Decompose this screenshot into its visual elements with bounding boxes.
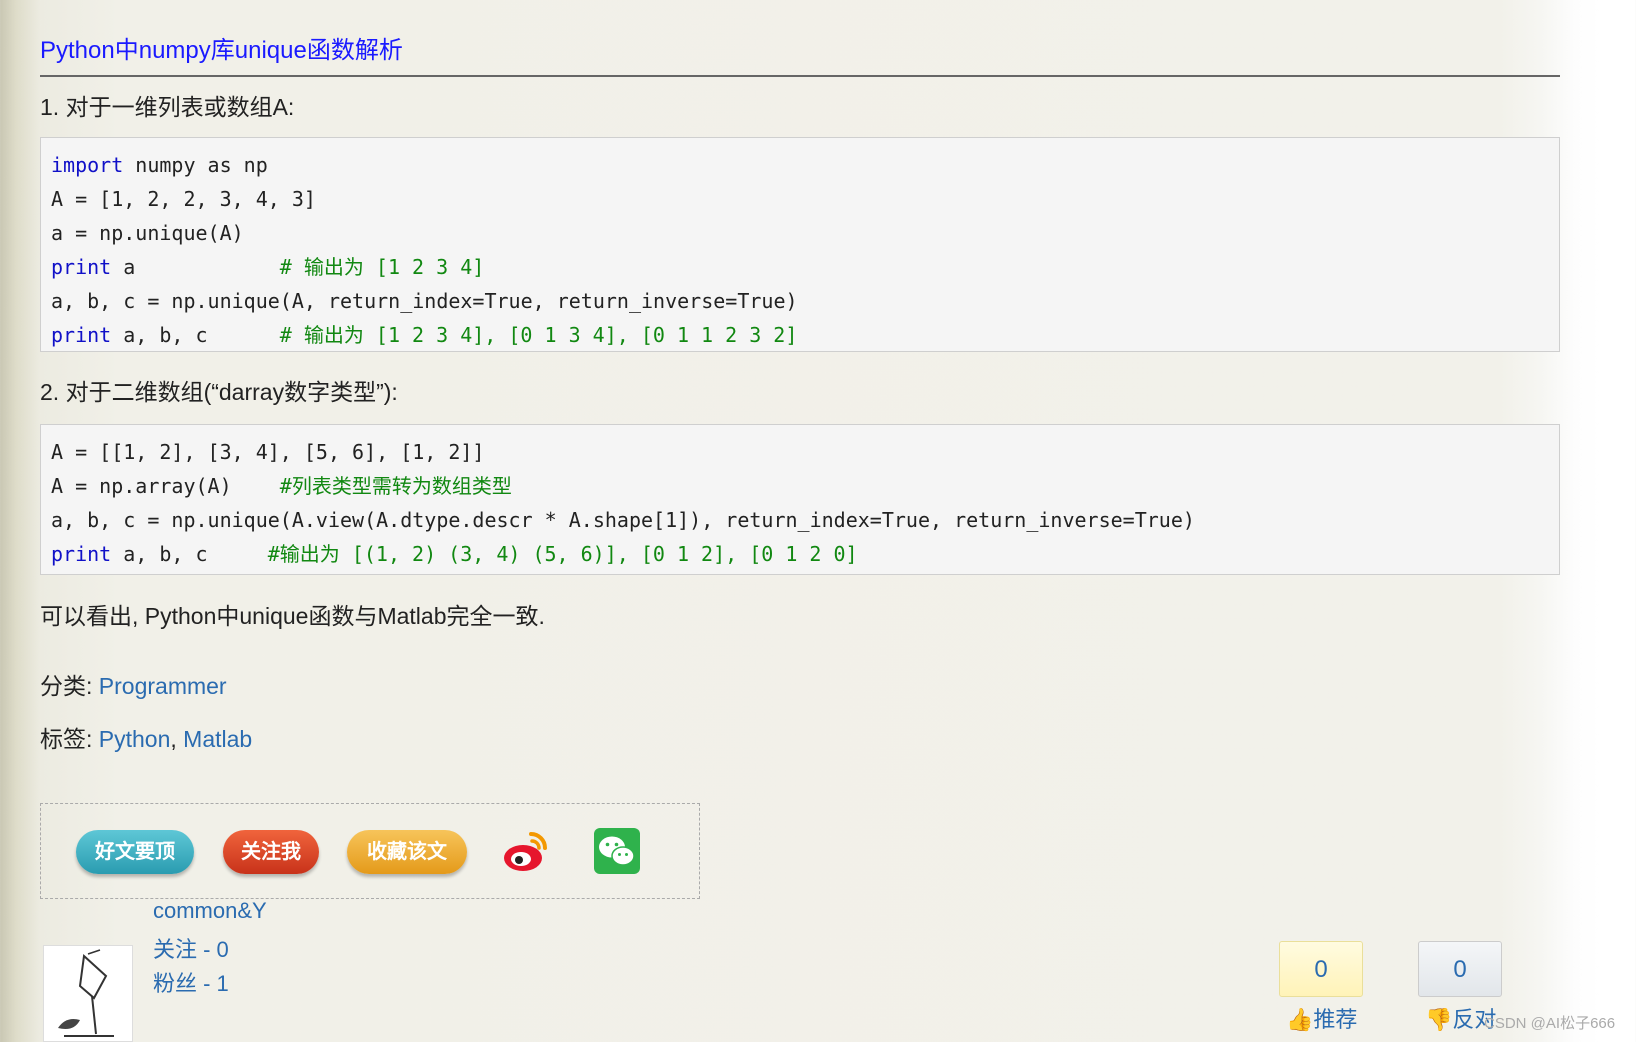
code-text: a, b, c [111,323,280,347]
code-keyword: print [51,323,112,347]
tags-row: 标签: Python, Matlab [40,720,252,754]
code-line: A = [1, 2, 2, 3, 4, 3] [51,182,1549,216]
code-block-1d: import numpy as np A = [1, 2, 2, 3, 4, 3]… [40,137,1560,352]
author-avatar[interactable] [43,945,133,1042]
thumbs-down-icon: 👎 [1425,1007,1453,1032]
tags-label: 标签: [40,726,93,752]
post-title-link[interactable]: Python中numpy库unique函数解析 [40,37,403,64]
code-comment: # 输出为 [1 2 3 4], [0 1 3 4], [0 1 1 2 3 2… [279,323,798,347]
code-text: A = [1, 2, 2, 3, 4, 3] [51,187,316,211]
recommend-count[interactable]: 0 [1279,941,1363,997]
code-text: A = np.array(A) [51,474,280,498]
watermark: CSDN @AI松子666 [1484,1015,1616,1032]
tag-link-matlab[interactable]: Matlab [183,726,252,752]
author-followers[interactable]: 粉丝 - 1 [153,966,229,998]
code-comment: #列表类型需转为数组类型 [279,474,512,498]
code-text: a [111,255,280,279]
code-keyword: import [51,153,124,177]
recommend-post-button[interactable]: 好文要顶 [76,830,194,874]
recommend-button[interactable]: 👍推荐 [1286,1002,1357,1034]
tag-separator: , [170,726,184,752]
tag-link-python[interactable]: Python [99,726,171,752]
author-following[interactable]: 关注 - 0 [153,932,229,964]
code-line: import numpy as np [51,148,1549,182]
code-comment: #输出为 [(1, 2) (3, 4) (5, 6)], [0 1 2], [0… [267,542,858,566]
section-heading-1d: 1. 对于一维列表或数组A: [40,94,295,120]
code-block-2d: A = [[1, 2], [3, 4], [5, 6], [1, 2]] A = … [40,424,1560,575]
favorite-post-button[interactable]: 收藏该文 [347,830,467,874]
code-text: a, b, c [111,542,268,566]
code-line: print a, b, c #输出为 [(1, 2) (3, 4) (5, 6)… [51,537,1549,571]
weibo-icon[interactable] [501,828,551,874]
code-line: A = [[1, 2], [3, 4], [5, 6], [1, 2]] [51,435,1549,469]
wechat-icon[interactable] [594,828,640,874]
section-heading-2d: 2. 对于二维数组(“darray数字类型”): [40,379,398,405]
code-text: a, b, c = np.unique(A.view(A.dtype.descr… [51,508,1195,532]
code-text: a, b, c = np.unique(A, return_index=True… [51,289,798,313]
thumbs-up-icon: 👍 [1286,1007,1314,1032]
code-keyword: print [51,255,112,279]
code-line: a, b, c = np.unique(A.view(A.dtype.descr… [51,503,1549,537]
category-row: 分类: Programmer [40,667,227,701]
avatar-sketch-icon [58,949,114,1037]
recommend-label: 推荐 [1313,1007,1358,1032]
code-line: a, b, c = np.unique(A, return_index=True… [51,284,1549,318]
follow-author-button[interactable]: 关注我 [223,830,319,874]
code-text: numpy as np [123,153,268,177]
author-name[interactable]: common&Y [153,898,267,924]
code-line: A = np.array(A) #列表类型需转为数组类型 [51,469,1549,503]
code-line: print a, b, c # 输出为 [1 2 3 4], [0 1 3 4]… [51,318,1549,352]
share-bar: 好文要顶 关注我 收藏该文 [40,803,700,899]
code-line: print a # 输出为 [1 2 3 4] [51,250,1549,284]
post-title[interactable]: Python中numpy库unique函数解析 [40,30,1560,77]
category-label: 分类: [40,673,93,699]
code-keyword: print [51,542,112,566]
conclusion-text: 可以看出, Python中unique函数与Matlab完全一致. [40,603,545,629]
code-text: a = np.unique(A) [51,221,244,245]
oppose-count[interactable]: 0 [1418,941,1502,997]
category-link[interactable]: Programmer [99,673,227,699]
code-comment: # 输出为 [1 2 3 4] [279,255,485,279]
code-line: a = np.unique(A) [51,216,1549,250]
code-text: A = [[1, 2], [3, 4], [5, 6], [1, 2]] [51,440,485,464]
